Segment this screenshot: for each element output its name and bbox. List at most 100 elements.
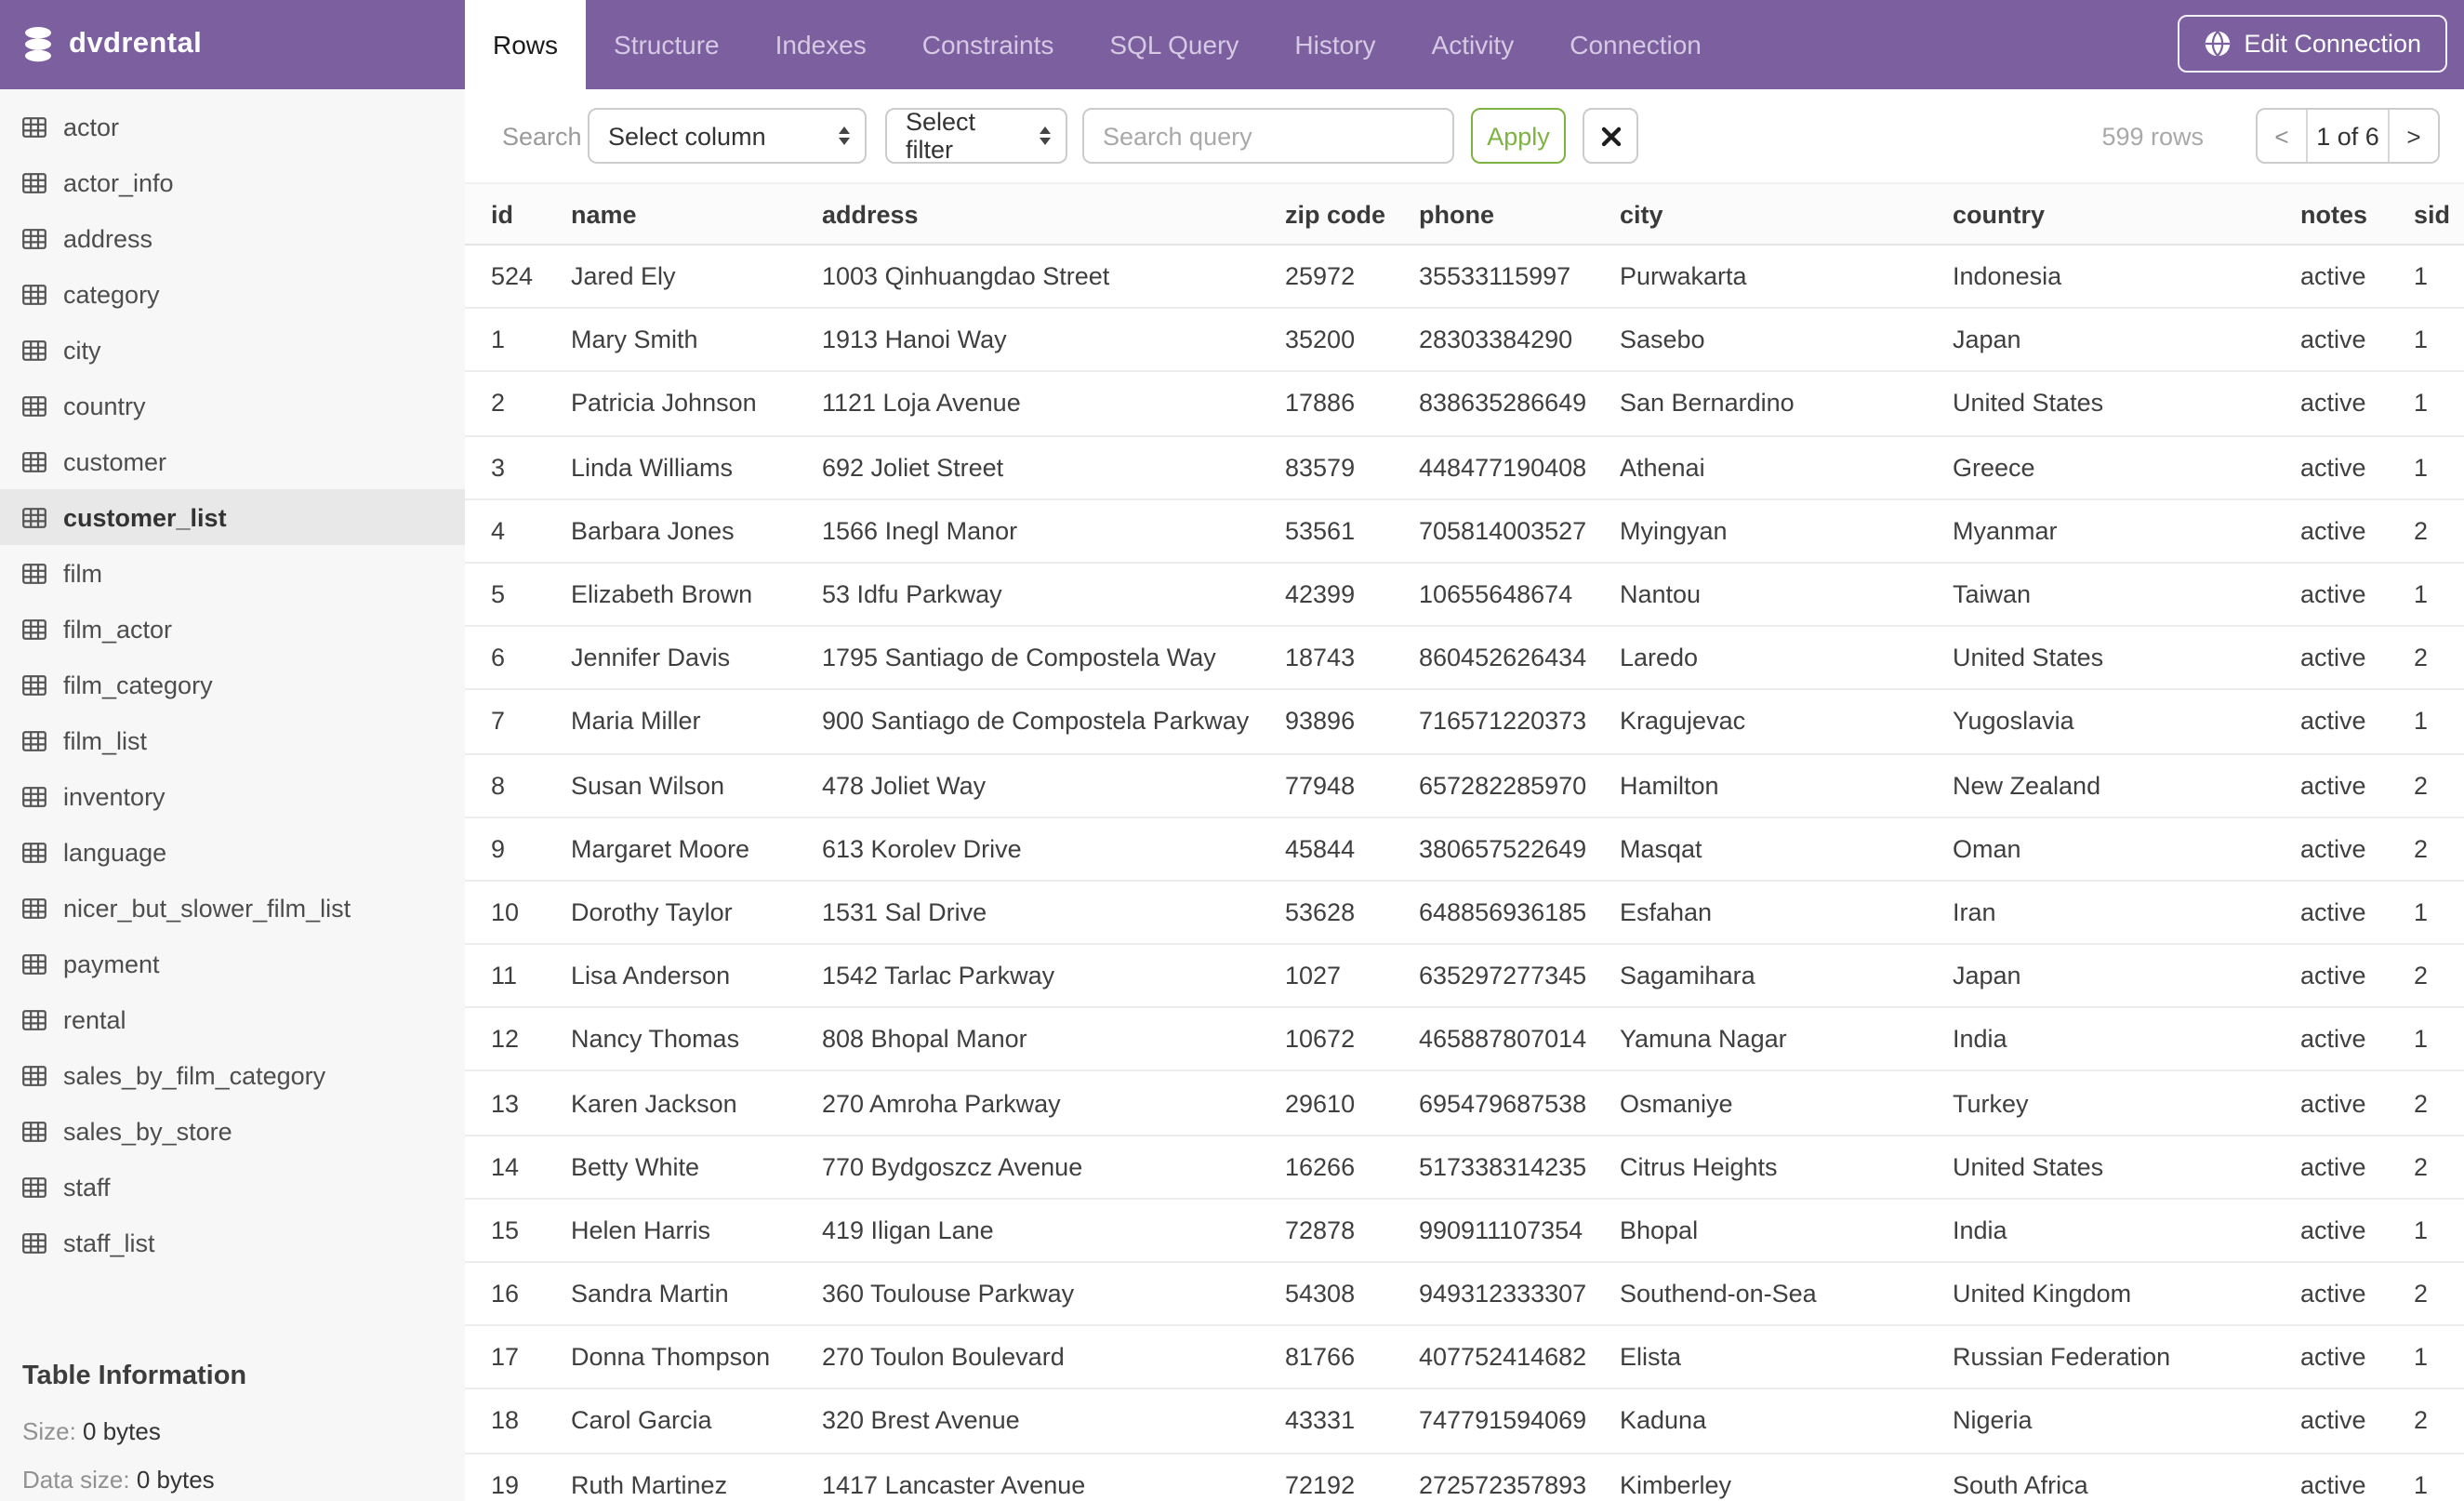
cell-name: Donna Thompson [545, 1325, 796, 1390]
table-icon [22, 1065, 46, 1085]
tab[interactable]: Connection [1542, 0, 1729, 89]
cell-zip-code: 72192 [1259, 1453, 1393, 1501]
table-row[interactable]: 12 Nancy Thomas 808 Bhopal Manor 10672 4… [465, 1007, 2464, 1072]
filter-select[interactable]: Select filter [885, 108, 1067, 164]
cell-id: 17 [465, 1325, 545, 1390]
sidebar-table-item[interactable]: film_actor [0, 601, 465, 657]
table-row[interactable]: 8 Susan Wilson 478 Joliet Way 77948 6572… [465, 753, 2464, 818]
tab-label: Connection [1570, 30, 1702, 60]
sidebar-table-item[interactable]: film [0, 545, 465, 601]
cell-phone: 860452626434 [1393, 626, 1594, 691]
table-row[interactable]: 1 Mary Smith 1913 Hanoi Way 35200 283033… [465, 308, 2464, 373]
column-header[interactable]: zip code [1259, 182, 1393, 246]
cell-city: Sagamihara [1594, 944, 1927, 1009]
table-row[interactable]: 18 Carol Garcia 320 Brest Avenue 43331 7… [465, 1388, 2464, 1455]
cell-id: 12 [465, 1007, 545, 1072]
cell-city: Kimberley [1594, 1453, 1927, 1501]
table-information-title: Table Information [22, 1362, 247, 1391]
table-row[interactable]: 10 Dorothy Taylor 1531 Sal Drive 53628 6… [465, 880, 2464, 946]
table-row[interactable]: 11 Lisa Anderson 1542 Tarlac Parkway 102… [465, 944, 2464, 1009]
table-row[interactable]: 13 Karen Jackson 270 Amroha Parkway 2961… [465, 1070, 2464, 1136]
sidebar-table-item[interactable]: actor [0, 99, 465, 154]
table-row[interactable]: 9 Margaret Moore 613 Korolev Drive 45844… [465, 817, 2464, 882]
sidebar-table-item[interactable]: nicer_but_slower_film_list [0, 880, 465, 936]
cell-notes: active [2274, 1262, 2388, 1327]
edit-connection-button[interactable]: Edit Connection [2177, 15, 2447, 73]
cell-address: 1542 Tarlac Parkway [796, 944, 1259, 1009]
table-row[interactable]: 17 Donna Thompson 270 Toulon Boulevard 8… [465, 1325, 2464, 1390]
table-row[interactable]: 7 Maria Miller 900 Santiago de Compostel… [465, 689, 2464, 755]
cell-id: 7 [465, 689, 545, 755]
column-header[interactable]: notes [2274, 182, 2388, 246]
sidebar-table-item[interactable]: payment [0, 936, 465, 991]
sidebar-table-item[interactable]: customer_list [0, 489, 465, 545]
tab-label: SQL Query [1109, 30, 1239, 60]
column-header[interactable]: sid [2388, 182, 2464, 246]
column-select[interactable]: Select column [588, 108, 867, 164]
tab[interactable]: Indexes [748, 0, 894, 89]
column-header[interactable]: id [465, 182, 545, 246]
search-query-input[interactable] [1082, 108, 1454, 164]
database-logo: dvdrental [22, 0, 202, 89]
sidebar-table-item[interactable]: sales_by_film_category [0, 1047, 465, 1103]
column-header[interactable]: country [1927, 182, 2274, 246]
tab[interactable]: Activity [1404, 0, 1543, 89]
tab[interactable]: Structure [586, 0, 748, 89]
sidebar-table-item[interactable]: country [0, 378, 465, 433]
cell-id: 6 [465, 626, 545, 691]
column-header[interactable]: phone [1393, 182, 1594, 246]
cell-country: United States [1927, 626, 2274, 691]
select-stepper-icon [839, 126, 850, 145]
table-row[interactable]: 19 Ruth Martinez 1417 Lancaster Avenue 7… [465, 1453, 2464, 1501]
table-row[interactable]: 15 Helen Harris 419 Iligan Lane 72878 99… [465, 1198, 2464, 1264]
sidebar-table-item[interactable]: film_list [0, 712, 465, 768]
sidebar-table-label: film_category [63, 671, 213, 698]
column-header[interactable]: city [1594, 182, 1927, 246]
cell-sid: 1 [2388, 1325, 2464, 1390]
cell-zip-code: 35200 [1259, 308, 1393, 373]
table-row[interactable]: 4 Barbara Jones 1566 Inegl Manor 53561 7… [465, 498, 2464, 564]
sidebar-table-item[interactable]: rental [0, 991, 465, 1047]
select-stepper-icon [1040, 126, 1051, 145]
cell-country: Myanmar [1927, 498, 2274, 564]
tab[interactable]: Constraints [894, 0, 1082, 89]
cell-address: 1121 Loja Avenue [796, 371, 1259, 437]
sidebar-table-item[interactable]: sales_by_store [0, 1103, 465, 1159]
filter-select-value: Select filter [906, 108, 976, 164]
column-header[interactable]: name [545, 182, 796, 246]
sidebar-table-item[interactable]: language [0, 824, 465, 880]
sidebar-table-item[interactable]: staff_list [0, 1215, 465, 1270]
cell-notes: active [2274, 1135, 2388, 1200]
table-row[interactable]: 3 Linda Williams 692 Joliet Street 83579… [465, 435, 2464, 500]
sidebar-table-item[interactable]: actor_info [0, 154, 465, 210]
table-row[interactable]: 16 Sandra Martin 360 Toulouse Parkway 54… [465, 1262, 2464, 1327]
clear-search-button[interactable] [1583, 108, 1638, 164]
next-page-button[interactable]: > [2390, 110, 2438, 162]
cell-notes: active [2274, 1070, 2388, 1136]
tab[interactable]: SQL Query [1081, 0, 1266, 89]
sidebar-table-item[interactable]: staff [0, 1159, 465, 1215]
column-header[interactable]: address [796, 182, 1259, 246]
sidebar-table-label: sales_by_store [63, 1117, 232, 1145]
sidebar-table-item[interactable]: category [0, 266, 465, 322]
sidebar-table-item[interactable]: film_category [0, 657, 465, 712]
table-row[interactable]: 5 Elizabeth Brown 53 Idfu Parkway 42399 … [465, 562, 2464, 628]
cell-notes: active [2274, 1198, 2388, 1264]
sidebar-table-item[interactable]: customer [0, 433, 465, 489]
tab[interactable]: History [1266, 0, 1403, 89]
table-row[interactable]: 2 Patricia Johnson 1121 Loja Avenue 1788… [465, 371, 2464, 437]
tab[interactable]: Rows [465, 0, 587, 89]
previous-page-button[interactable]: < [2258, 110, 2306, 162]
table-icon [22, 1232, 46, 1253]
sidebar-table-item[interactable]: inventory [0, 768, 465, 824]
table-row[interactable]: 14 Betty White 770 Bydgoszcz Avenue 1626… [465, 1135, 2464, 1200]
apply-button[interactable]: Apply [1471, 108, 1566, 164]
tab-bar: Rows Structure Indexes Constraints SQL Q… [465, 0, 1729, 89]
table-row[interactable]: 6 Jennifer Davis 1795 Santiago de Compos… [465, 626, 2464, 691]
sidebar-table-item[interactable]: address [0, 210, 465, 266]
cell-phone: 949312333307 [1393, 1262, 1594, 1327]
table-row[interactable]: 524 Jared Ely 1003 Qinhuangdao Street 25… [465, 245, 2464, 310]
cell-sid: 2 [2388, 498, 2464, 564]
sidebar-table-label: film_list [63, 726, 148, 754]
sidebar-table-item[interactable]: city [0, 322, 465, 378]
